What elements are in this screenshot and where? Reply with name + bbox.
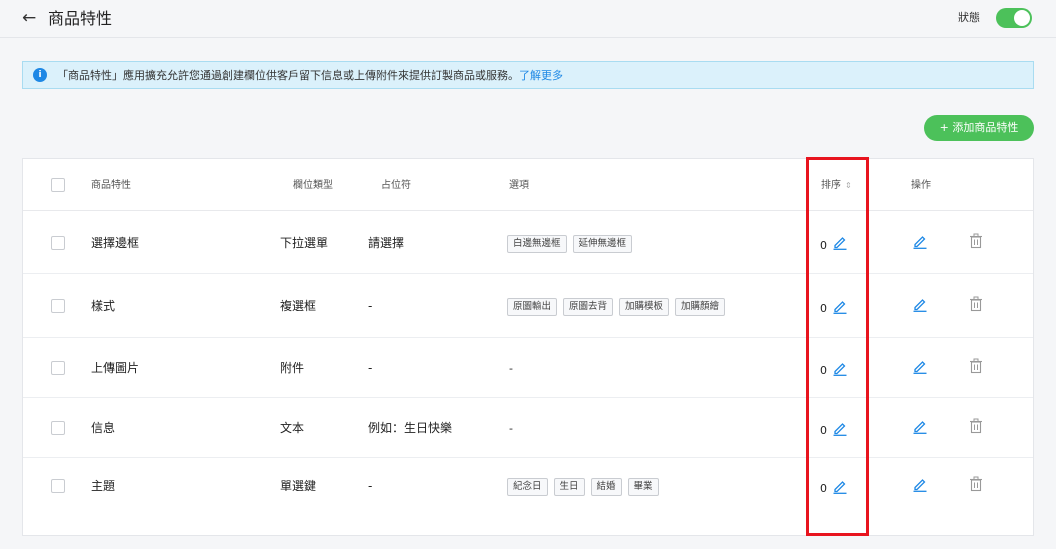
sort-cell: 0 xyxy=(820,477,848,498)
learn-more-link[interactable]: 了解更多 xyxy=(519,69,563,82)
placeholder-value: - xyxy=(368,299,373,313)
col-type: 欄位類型 xyxy=(293,180,333,191)
sort-icon[interactable]: ⇕ xyxy=(845,181,852,190)
row-checkbox[interactable] xyxy=(51,299,65,313)
sort-cell: 0 xyxy=(820,359,848,380)
sort-value: 0 xyxy=(820,364,827,377)
options-text: - xyxy=(509,422,513,435)
option-tag: 加購模板 xyxy=(619,298,670,316)
col-sort[interactable]: 排序 ⇕ xyxy=(821,179,852,193)
back-arrow-icon[interactable]: ← xyxy=(22,8,42,28)
attribute-name: 信息 xyxy=(91,421,116,435)
sort-value: 0 xyxy=(820,302,827,315)
col-name: 商品特性 xyxy=(91,180,131,191)
info-icon: i xyxy=(33,68,47,82)
edit-sort-pencil-icon[interactable] xyxy=(832,478,848,498)
options-tags: 紀念日 生日 結婚 畢業 xyxy=(507,478,659,496)
table-row: 主題 單選鍵 - 紀念日 生日 結婚 畢業 0 xyxy=(23,458,1033,534)
edit-pencil-icon[interactable] xyxy=(912,358,928,378)
placeholder-value: 請選擇 xyxy=(368,235,405,250)
option-tag: 原圖去背 xyxy=(563,298,614,316)
delete-trash-icon[interactable] xyxy=(969,233,983,253)
edit-pencil-icon[interactable] xyxy=(912,476,928,496)
info-banner: i 「商品特性」應用擴充允許您通過創建欄位供客戶留下信息或上傳附件來提供訂製商品… xyxy=(22,61,1034,89)
page-title: 商品特性 xyxy=(48,9,113,28)
row-checkbox[interactable] xyxy=(51,479,65,493)
row-checkbox[interactable] xyxy=(51,421,65,435)
col-options: 選項 xyxy=(509,180,529,191)
option-tag: 生日 xyxy=(553,478,585,496)
placeholder-value: 例如：生日快樂 xyxy=(368,421,453,435)
edit-sort-pencil-icon[interactable] xyxy=(832,298,848,318)
sort-cell: 0 xyxy=(820,419,848,440)
table-row: 上傳圖片 附件 - - 0 xyxy=(23,338,1033,398)
placeholder-value: - xyxy=(368,361,373,375)
row-checkbox[interactable] xyxy=(51,235,65,250)
field-type: 下拉選單 xyxy=(280,235,329,250)
table-row: 選擇邊框 下拉選單 請選擇 白邊無邊框 延伸無邊框 0 xyxy=(23,211,1033,274)
add-product-attribute-button[interactable]: + 添加商品特性 xyxy=(924,115,1034,141)
edit-sort-pencil-icon[interactable] xyxy=(832,420,848,440)
delete-trash-icon[interactable] xyxy=(969,476,983,496)
edit-pencil-icon[interactable] xyxy=(912,296,928,316)
attributes-table: 商品特性 欄位類型 占位符 選項 排序 ⇕ 操作 選擇邊框 下拉選單 請選擇 白邊無邊框… xyxy=(22,158,1034,536)
table-header: 商品特性 欄位類型 占位符 選項 排序 ⇕ 操作 xyxy=(23,159,1033,211)
attribute-name: 樣式 xyxy=(91,299,116,313)
sort-cell: 0 xyxy=(820,234,848,255)
toggle-knob xyxy=(1014,10,1030,26)
col-actions: 操作 xyxy=(911,180,931,191)
option-tag: 延伸無邊框 xyxy=(572,234,633,253)
edit-sort-pencil-icon[interactable] xyxy=(832,234,848,254)
option-tag: 畢業 xyxy=(627,478,659,496)
options-text: - xyxy=(509,362,513,375)
field-type: 單選鍵 xyxy=(280,479,317,493)
select-all-checkbox[interactable] xyxy=(51,178,65,192)
options-tags: 原圖輸出 原圖去背 加購模板 加購顏繪 xyxy=(507,298,726,316)
info-text: 「商品特性」應用擴充允許您通過創建欄位供客戶留下信息或上傳附件來提供訂製商品或服… xyxy=(57,68,563,83)
table-row: 樣式 複選框 - 原圖輸出 原圖去背 加購模板 加購顏繪 0 xyxy=(23,274,1033,338)
delete-trash-icon[interactable] xyxy=(969,418,983,438)
page-header: ← 商品特性 狀態 xyxy=(0,0,1056,38)
col-placeholder: 占位符 xyxy=(381,180,411,191)
delete-trash-icon[interactable] xyxy=(969,358,983,378)
option-tag: 結婚 xyxy=(590,478,622,496)
row-checkbox[interactable] xyxy=(51,361,65,375)
attribute-name: 選擇邊框 xyxy=(91,235,140,250)
sort-cell: 0 xyxy=(820,297,848,318)
placeholder-value: - xyxy=(368,479,373,493)
col-sort-label: 排序 xyxy=(821,180,841,191)
edit-sort-pencil-icon[interactable] xyxy=(832,360,848,380)
sort-value: 0 xyxy=(820,482,827,495)
info-message: 「商品特性」應用擴充允許您通過創建欄位供客戶留下信息或上傳附件來提供訂製商品或服… xyxy=(57,69,519,82)
edit-pencil-icon[interactable] xyxy=(912,418,928,438)
attribute-name: 主題 xyxy=(91,479,116,493)
field-type: 複選框 xyxy=(280,299,317,313)
option-tag: 紀念日 xyxy=(507,478,548,496)
attribute-name: 上傳圖片 xyxy=(91,361,140,375)
table-row: 信息 文本 例如：生日快樂 - 0 xyxy=(23,398,1033,458)
sort-value: 0 xyxy=(820,238,827,252)
status-toggle[interactable] xyxy=(996,8,1032,28)
option-tag: 原圖輸出 xyxy=(507,298,558,316)
edit-pencil-icon[interactable] xyxy=(912,233,928,253)
option-tag: 白邊無邊框 xyxy=(507,234,567,253)
sort-value: 0 xyxy=(820,424,827,437)
options-tags: 白邊無邊框 延伸無邊框 xyxy=(507,234,633,253)
field-type: 附件 xyxy=(280,361,305,375)
option-tag: 加購顏繪 xyxy=(675,298,726,316)
delete-trash-icon[interactable] xyxy=(969,296,983,316)
field-type: 文本 xyxy=(280,421,305,435)
status-label: 狀態 xyxy=(958,11,980,24)
